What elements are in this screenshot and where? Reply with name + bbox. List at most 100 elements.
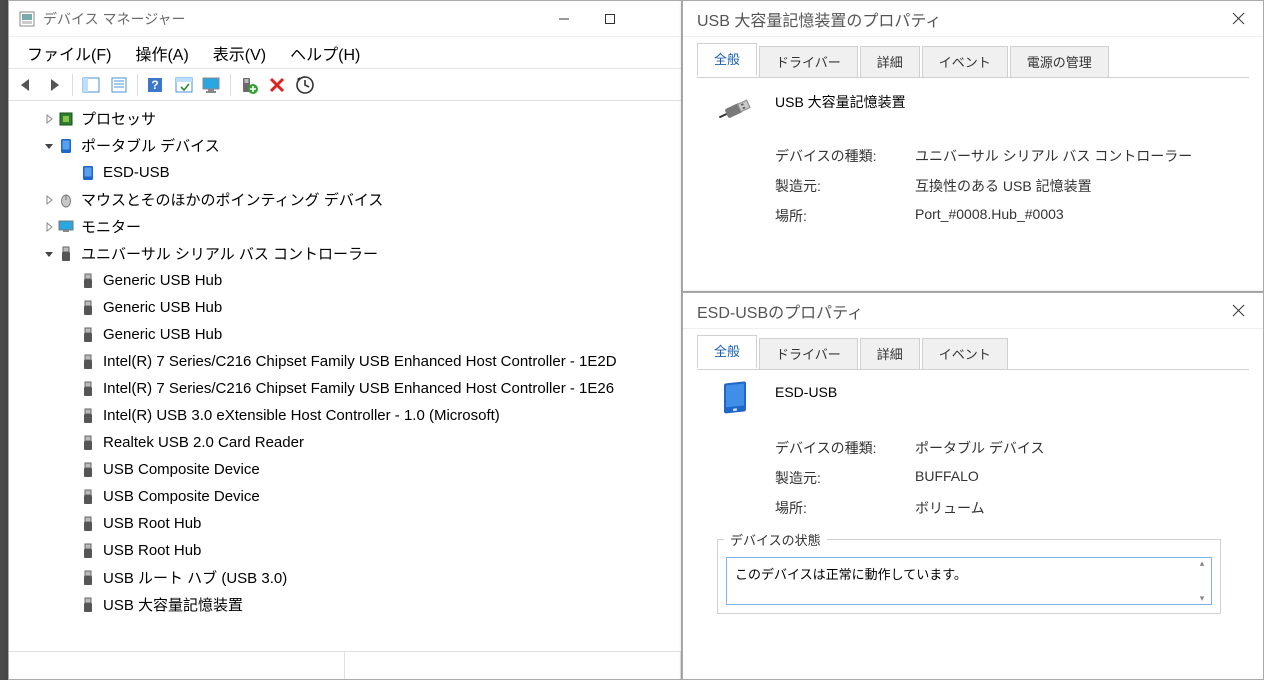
toolbar-uninstall-button[interactable] (292, 72, 318, 98)
maximize-button[interactable] (587, 4, 633, 34)
tree-node[interactable]: プロセッサ (9, 105, 681, 132)
scroll-down-icon[interactable]: ▾ (1200, 593, 1205, 604)
collapse-icon[interactable] (41, 138, 57, 154)
tree-node[interactable]: USB Root Hub (9, 537, 681, 564)
expand-icon[interactable] (41, 219, 57, 235)
usb-icon (79, 326, 97, 344)
toolbar-separator (137, 74, 138, 96)
status-pane-1 (9, 652, 345, 679)
usb-icon (79, 515, 97, 533)
tab-prop1-1[interactable]: ドライバー (759, 46, 858, 77)
toolbar-enable-button[interactable] (236, 72, 262, 98)
usb-icon (79, 569, 97, 587)
close-button[interactable] (1215, 296, 1261, 326)
close-button[interactable] (1215, 4, 1261, 34)
twisty-none (63, 408, 79, 424)
tree-node[interactable]: Generic USB Hub (9, 321, 681, 348)
scrollbar[interactable]: ▴ ▾ (1193, 558, 1211, 604)
tree-node-label: USB Root Hub (103, 515, 201, 532)
tab-prop2-3[interactable]: イベント (922, 338, 1008, 369)
tree-node[interactable]: Intel(R) USB 3.0 eXtensible Host Control… (9, 402, 681, 429)
tree-node-label: Intel(R) 7 Series/C216 Chipset Family US… (103, 380, 614, 397)
tree-node[interactable]: ESD-USB (9, 159, 681, 186)
tab-prop1-4[interactable]: 電源の管理 (1010, 46, 1109, 77)
type-value: ユニバーサル シリアル バス コントローラー (915, 146, 1192, 166)
status-textbox[interactable]: このデバイスは正常に動作しています。 ▴ ▾ (726, 557, 1212, 605)
tree-node[interactable]: Intel(R) 7 Series/C216 Chipset Family US… (9, 348, 681, 375)
portable-icon (57, 137, 75, 155)
tree-node[interactable]: USB Composite Device (9, 456, 681, 483)
twisty-none (63, 381, 79, 397)
tree-node-label: Intel(R) 7 Series/C216 Chipset Family US… (103, 353, 617, 370)
minimize-button[interactable] (541, 4, 587, 34)
menu-view[interactable]: 表示(V) (203, 37, 276, 69)
twisty-none (63, 273, 79, 289)
tree-node[interactable]: ポータブル デバイス (9, 132, 681, 159)
tab-prop2-2[interactable]: 詳細 (860, 338, 920, 369)
tree-node-label: マウスとそのほかのポインティング デバイス (81, 189, 383, 210)
usb-icon (79, 380, 97, 398)
tab-prop1-0[interactable]: 全般 (697, 43, 757, 76)
device-status-group: デバイスの状態 このデバイスは正常に動作しています。 ▴ ▾ (717, 530, 1221, 614)
toolbar-help-button[interactable]: ? (143, 72, 169, 98)
toolbar-forward-button[interactable] (41, 72, 67, 98)
tree-node-label: USB Root Hub (103, 542, 201, 559)
device-tree[interactable]: プロセッサポータブル デバイス ESD-USB マウスとそのほかのポインティング デ… (9, 101, 681, 651)
menu-help[interactable]: ヘルプ(H) (280, 37, 370, 69)
tab-prop1-2[interactable]: 詳細 (860, 46, 920, 77)
tab-prop2-1[interactable]: ドライバー (759, 338, 858, 369)
prop1-titlebar[interactable]: USB 大容量記憶装置のプロパティ (683, 1, 1263, 37)
portable-device-icon (717, 380, 757, 420)
tree-node[interactable]: USB Composite Device (9, 483, 681, 510)
tree-node[interactable]: Realtek USB 2.0 Card Reader (9, 429, 681, 456)
scroll-up-icon[interactable]: ▴ (1200, 558, 1205, 569)
devmgr-title: デバイス マネージャー (43, 9, 541, 29)
menu-file[interactable]: ファイル(F) (17, 37, 121, 69)
twisty-none (63, 543, 79, 559)
toolbar-separator (230, 74, 231, 96)
type-label: デバイスの種類: (775, 438, 915, 458)
tree-node[interactable]: USB 大容量記憶装置 (9, 591, 681, 618)
status-legend: デバイスの状態 (724, 530, 827, 549)
tab-prop1-3[interactable]: イベント (922, 46, 1008, 77)
prop1-tabs: 全般ドライバー詳細イベント電源の管理 (683, 37, 1263, 77)
toolbar-disable-button[interactable] (264, 72, 290, 98)
tree-node-label: Generic USB Hub (103, 272, 222, 289)
toolbar-show-hide-button[interactable] (78, 72, 104, 98)
status-text: このデバイスは正常に動作しています。 (735, 567, 967, 582)
devmgr-titlebar[interactable]: デバイス マネージャー (9, 1, 681, 37)
loc-label: 場所: (775, 206, 915, 226)
tree-node-label: ESD-USB (103, 164, 170, 181)
usb-icon (79, 461, 97, 479)
expand-icon[interactable] (41, 192, 57, 208)
tree-node[interactable]: Generic USB Hub (9, 267, 681, 294)
tree-node-label: USB Composite Device (103, 461, 260, 478)
usb-icon (79, 434, 97, 452)
tree-node-label: ポータブル デバイス (81, 135, 220, 156)
usb-icon (79, 596, 97, 614)
toolbar-monitor-button[interactable] (199, 72, 225, 98)
mfg-label: 製造元: (775, 176, 915, 196)
twisty-none (63, 435, 79, 451)
menu-action[interactable]: 操作(A) (125, 37, 198, 69)
prop1-device-name: USB 大容量記憶装置 (775, 88, 906, 112)
tree-node[interactable]: ユニバーサル シリアル バス コントローラー (9, 240, 681, 267)
tree-node[interactable]: Intel(R) 7 Series/C216 Chipset Family US… (9, 375, 681, 402)
tab-prop2-0[interactable]: 全般 (697, 335, 757, 368)
tree-node[interactable]: マウスとそのほかのポインティング デバイス (9, 186, 681, 213)
prop2-tabs: 全般ドライバー詳細イベント (683, 329, 1263, 369)
tree-node[interactable]: モニター (9, 213, 681, 240)
toolbar-scan-button[interactable] (171, 72, 197, 98)
statusbar (9, 651, 681, 679)
tree-node-label: Generic USB Hub (103, 326, 222, 343)
loc-value: Port_#0008.Hub_#0003 (915, 206, 1064, 226)
tree-node[interactable]: Generic USB Hub (9, 294, 681, 321)
toolbar-props-button[interactable] (106, 72, 132, 98)
toolbar-back-button[interactable] (13, 72, 39, 98)
twisty-none (63, 300, 79, 316)
expand-icon[interactable] (41, 111, 57, 127)
tree-node[interactable]: USB Root Hub (9, 510, 681, 537)
tree-node[interactable]: USB ルート ハブ (USB 3.0) (9, 564, 681, 591)
prop2-titlebar[interactable]: ESD-USBのプロパティ (683, 293, 1263, 329)
collapse-icon[interactable] (41, 246, 57, 262)
